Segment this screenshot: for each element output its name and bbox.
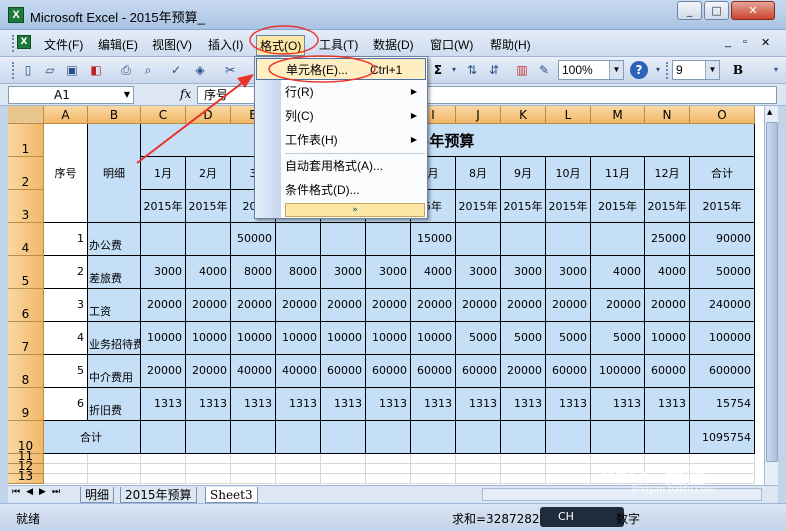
annotation-arrow	[136, 74, 254, 164]
watermark-url: jingyan.baidu.com	[632, 485, 716, 495]
